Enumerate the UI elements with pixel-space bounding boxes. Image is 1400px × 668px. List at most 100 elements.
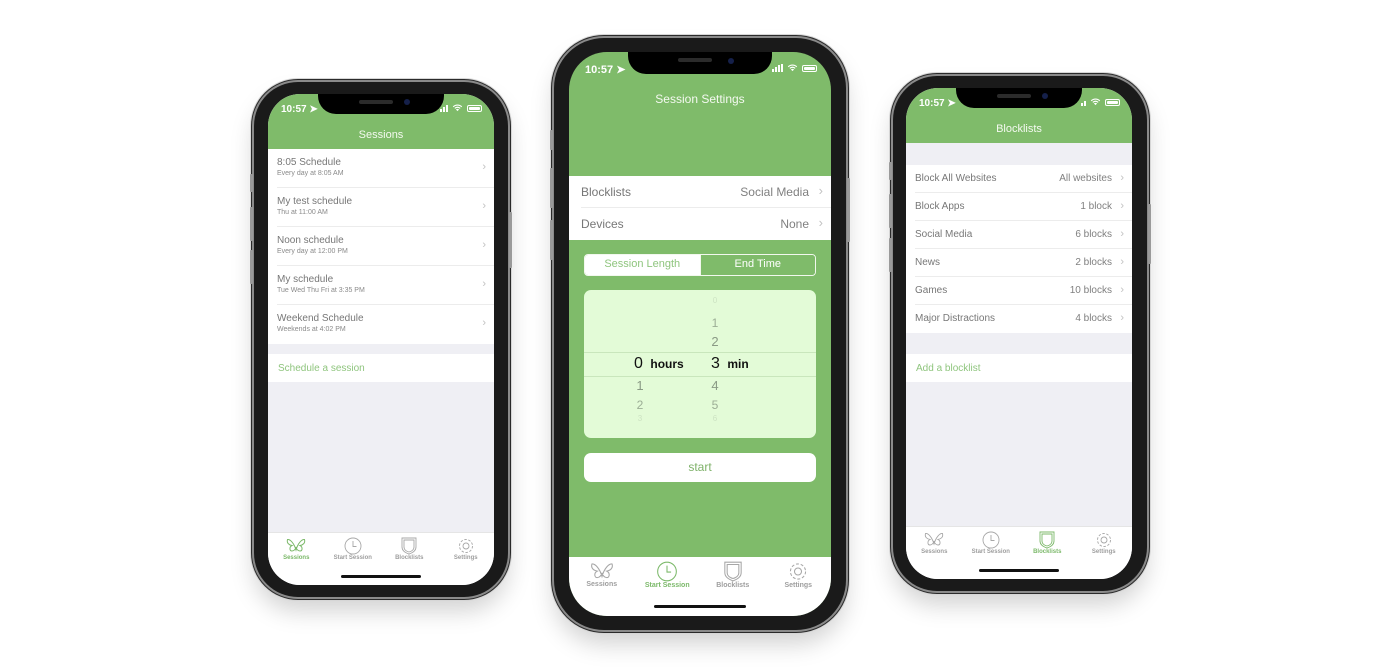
tab-settings[interactable]: Settings — [438, 537, 495, 585]
volume-down-button — [550, 220, 553, 260]
start-button[interactable]: start — [584, 453, 816, 482]
chevron-right-icon: › — [482, 317, 486, 329]
settings-rows: Blocklists Social Media › Devices None › — [569, 176, 831, 240]
clock-icon — [982, 531, 1000, 549]
hours-option[interactable]: 2 — [630, 398, 650, 412]
shield-icon — [1039, 531, 1055, 549]
minutes-option[interactable]: 6 — [705, 414, 725, 423]
list-item[interactable]: Major Distractions 4 blocks › — [915, 305, 1132, 333]
status-time: 10:57 ➤ — [281, 104, 318, 115]
chevron-right-icon: › — [1120, 172, 1124, 184]
list-item[interactable]: News 2 blocks › — [915, 249, 1132, 277]
blocklist-list: Block All Websites All websites › Block … — [906, 165, 1132, 333]
chevron-right-icon: › — [1120, 284, 1124, 296]
signal-icon — [772, 64, 783, 72]
hours-option[interactable]: 3 — [630, 414, 650, 423]
shield-icon — [401, 537, 417, 555]
location-arrow-icon: ➤ — [309, 104, 318, 115]
volume-down-button — [250, 250, 253, 284]
minutes-option[interactable]: 4 — [705, 378, 725, 393]
tab-sessions[interactable]: Sessions — [906, 531, 963, 579]
battery-icon — [802, 65, 817, 72]
list-item[interactable]: My schedule Tue Wed Thu Fri at 3:35 PM › — [277, 266, 494, 305]
minutes-option[interactable]: 5 — [705, 398, 725, 412]
phone-session-settings: 10:57 ➤ Session Settings Blocklists Soci… — [550, 38, 850, 630]
gear-icon — [1096, 533, 1111, 547]
home-indicator[interactable] — [341, 575, 421, 578]
page-title: Session Settings — [655, 92, 745, 106]
minutes-option[interactable]: 0 — [705, 296, 725, 305]
hours-option[interactable]: 1 — [630, 378, 650, 393]
battery-icon — [1105, 99, 1120, 106]
phone-sessions: 10:57 ➤ Sessions 8:05 Schedule Every day… — [250, 82, 512, 597]
tab-sessions[interactable]: Sessions — [569, 561, 635, 616]
mode-segmented-control: Session Length End Time — [584, 254, 816, 276]
chevron-right-icon: › — [1120, 256, 1124, 268]
chevron-right-icon: › — [1120, 228, 1124, 240]
side-button — [889, 162, 892, 180]
list-item[interactable]: 8:05 Schedule Every day at 8:05 AM › — [277, 149, 494, 188]
location-arrow-icon: ➤ — [616, 64, 626, 76]
power-button — [1148, 204, 1151, 264]
segment-session-length[interactable]: Session Length — [585, 255, 700, 275]
volume-up-button — [550, 168, 553, 208]
screen-sessions: 10:57 ➤ Sessions 8:05 Schedule Every day… — [268, 94, 494, 585]
schedule-session-button[interactable]: Schedule a session — [268, 354, 494, 382]
wifi-icon — [452, 104, 463, 112]
chevron-right-icon: › — [818, 183, 823, 198]
list-item[interactable]: Social Media 6 blocks › — [915, 221, 1132, 249]
add-blocklist-button[interactable]: Add a blocklist — [906, 354, 1132, 382]
wifi-icon — [787, 64, 798, 72]
blocklists-row[interactable]: Blocklists Social Media › — [581, 176, 831, 208]
phone-blocklists: 10:57 ➤ Blocklists Block All Websites Al… — [889, 76, 1151, 591]
list-item[interactable]: My test schedule Thu at 11:00 AM › — [277, 188, 494, 227]
volume-up-button — [250, 207, 253, 241]
picker-selection-band — [584, 352, 816, 377]
butterfly-icon — [287, 538, 306, 552]
list-item[interactable]: Noon schedule Every day at 12:00 PM › — [277, 227, 494, 266]
chevron-right-icon: › — [482, 278, 486, 290]
chevron-right-icon: › — [482, 239, 486, 251]
minutes-selected[interactable]: 3 min — [711, 355, 749, 373]
butterfly-icon — [590, 563, 613, 579]
gear-icon — [458, 539, 473, 553]
clock-icon — [344, 537, 362, 555]
side-button — [550, 130, 553, 150]
minutes-option[interactable]: 1 — [705, 316, 725, 330]
power-button — [847, 178, 850, 242]
power-button — [509, 212, 512, 268]
list-item[interactable]: Block All Websites All websites › — [915, 165, 1132, 193]
signal-icon — [440, 105, 448, 112]
home-indicator[interactable] — [979, 569, 1059, 572]
screen-session-settings: 10:57 ➤ Session Settings Blocklists Soci… — [569, 52, 831, 616]
volume-down-button — [889, 238, 892, 272]
minutes-option[interactable]: 2 — [705, 334, 725, 349]
session-list: 8:05 Schedule Every day at 8:05 AM › My … — [268, 149, 494, 344]
butterfly-icon — [925, 533, 944, 546]
gear-icon — [790, 563, 807, 580]
battery-icon — [467, 105, 482, 112]
list-item[interactable]: Games 10 blocks › — [915, 277, 1132, 305]
status-bar: 10:57 ➤ — [268, 94, 494, 120]
tab-sessions[interactable]: Sessions — [268, 537, 325, 585]
hours-selected[interactable]: 0 hours — [634, 355, 684, 373]
list-item[interactable]: Block Apps 1 block › — [915, 193, 1132, 221]
list-item[interactable]: Weekend Schedule Weekends at 4:02 PM › — [277, 305, 494, 344]
segment-end-time[interactable]: End Time — [699, 255, 815, 275]
chevron-right-icon: › — [1120, 200, 1124, 212]
chevron-right-icon: › — [482, 200, 486, 212]
location-arrow-icon: ➤ — [947, 98, 956, 109]
chevron-right-icon: › — [1120, 312, 1124, 324]
duration-picker[interactable]: 0 1 2 0 hours 3 min 1 2 3 4 5 6 — [584, 290, 816, 438]
shield-icon — [724, 561, 742, 582]
signal-icon — [1081, 101, 1086, 106]
tab-settings[interactable]: Settings — [1076, 531, 1133, 579]
wifi-icon — [1090, 98, 1101, 106]
tab-settings[interactable]: Settings — [766, 561, 832, 616]
home-indicator[interactable] — [654, 605, 746, 608]
status-time: 10:57 ➤ — [919, 98, 956, 109]
volume-up-button — [889, 194, 892, 228]
screen-blocklists: 10:57 ➤ Blocklists Block All Websites Al… — [906, 88, 1132, 579]
status-time: 10:57 ➤ — [585, 64, 626, 76]
devices-row[interactable]: Devices None › — [581, 208, 831, 240]
